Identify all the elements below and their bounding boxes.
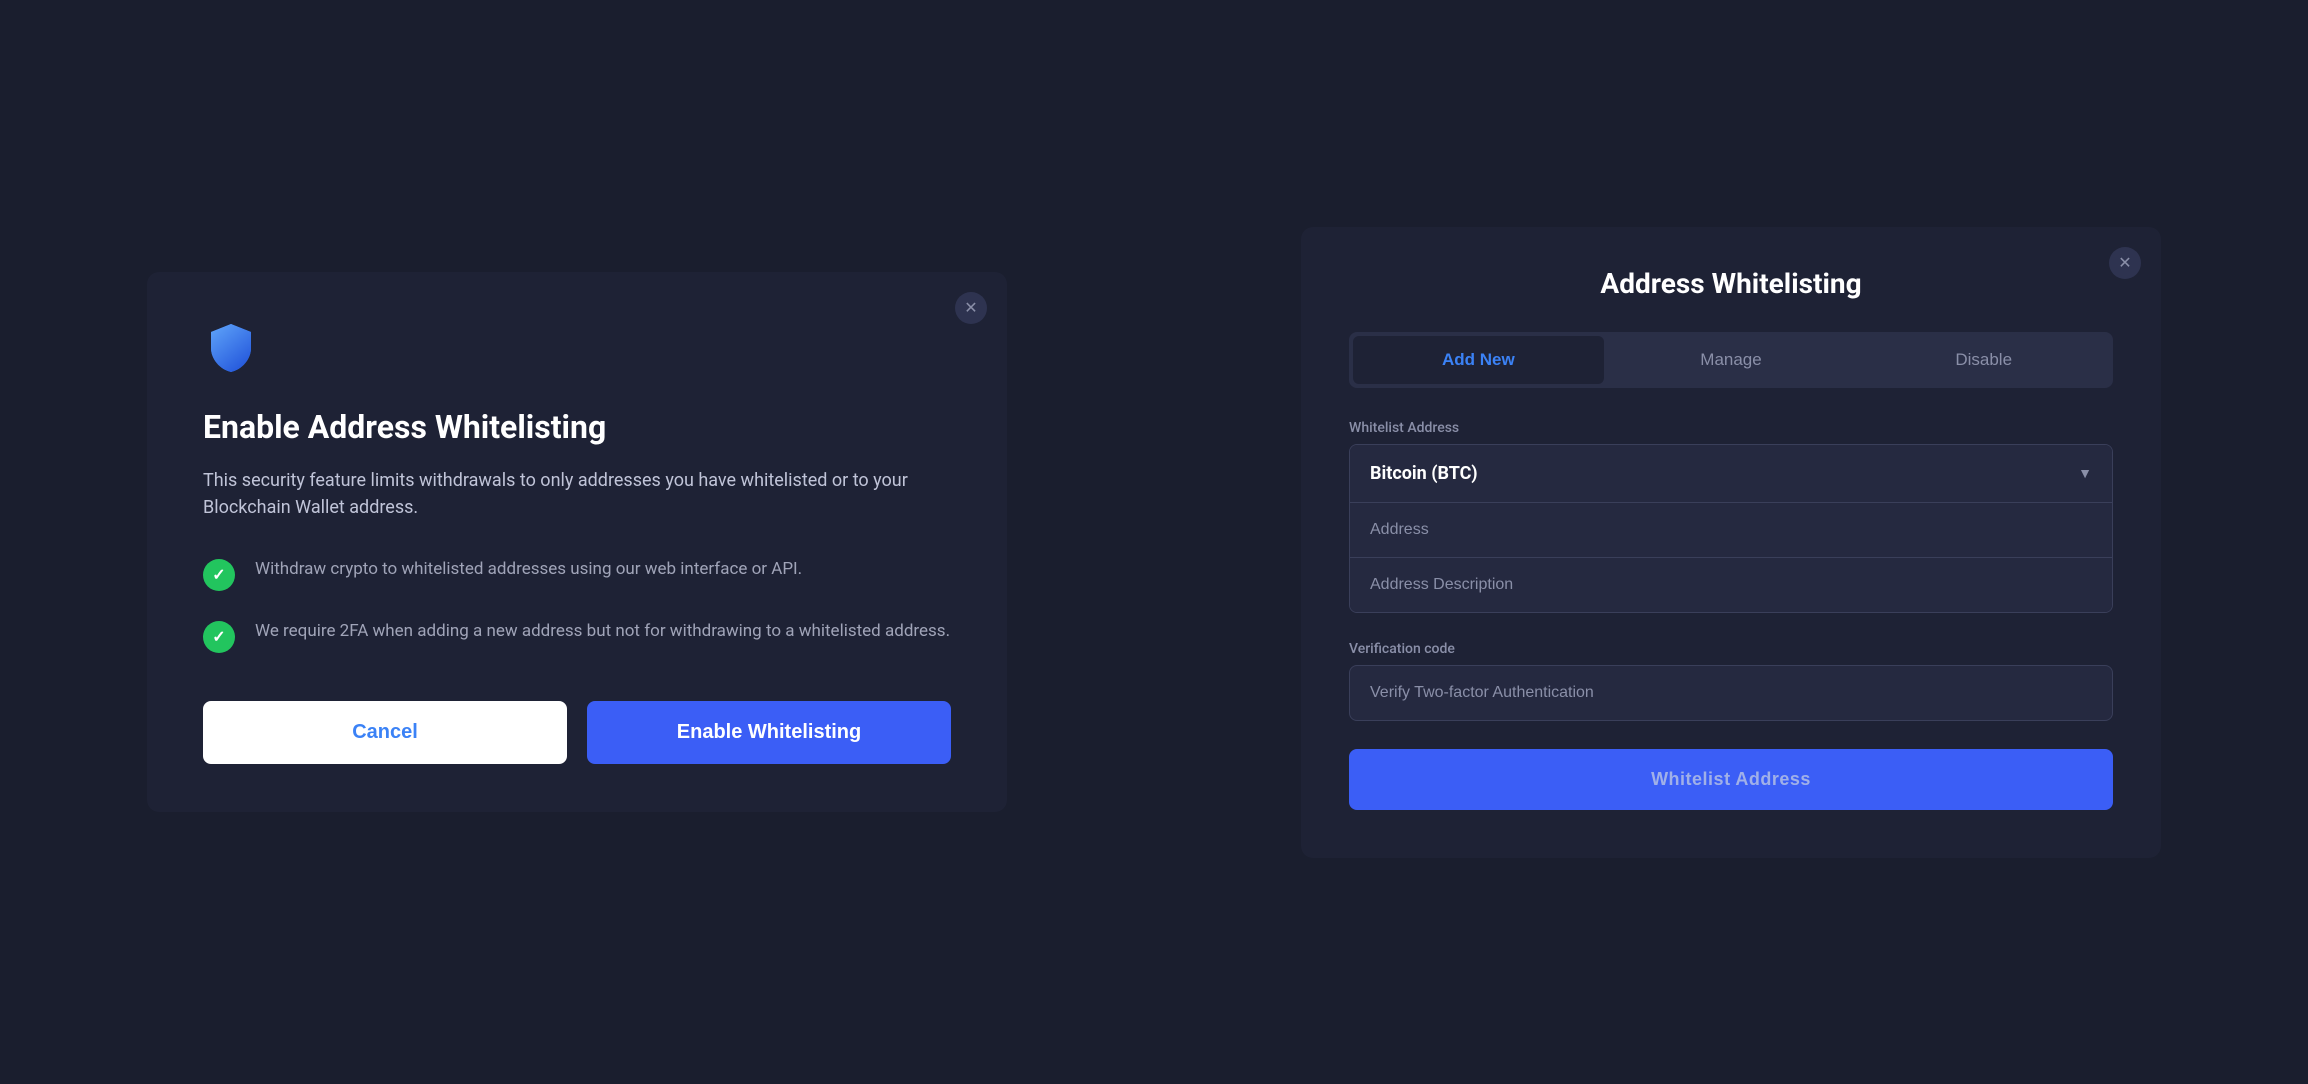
- feature-item-1: Withdraw crypto to whitelisted addresses…: [203, 557, 951, 591]
- enable-whitelisting-button[interactable]: Enable Whitelisting: [587, 701, 951, 764]
- verification-label: Verification code: [1349, 641, 2113, 657]
- verification-input[interactable]: [1349, 665, 2113, 721]
- currency-dropdown[interactable]: Bitcoin (BTC) ▼: [1350, 445, 2112, 503]
- enable-whitelisting-modal: ✕ Enable Address Whitelisting This secur…: [147, 272, 1007, 811]
- feature-list: Withdraw crypto to whitelisted addresses…: [203, 557, 951, 653]
- address-input[interactable]: [1350, 503, 2112, 558]
- whitelist-address-label: Whitelist Address: [1349, 420, 2113, 436]
- dropdown-value: Bitcoin (BTC): [1370, 463, 1478, 484]
- modal-title-left: Enable Address Whitelisting: [203, 408, 951, 446]
- modal-description: This security feature limits withdrawals…: [203, 467, 951, 521]
- whitelist-address-button[interactable]: Whitelist Address: [1349, 749, 2113, 810]
- cancel-button[interactable]: Cancel: [203, 701, 567, 764]
- left-panel: ✕ Enable Address Whitelisting This secur…: [0, 0, 1154, 1084]
- check-icon-2: [203, 621, 235, 653]
- tab-manage[interactable]: Manage: [1606, 336, 1857, 384]
- address-description-input[interactable]: [1350, 558, 2112, 612]
- modal-title-right: Address Whitelisting: [1349, 267, 2113, 300]
- whitelist-form: Bitcoin (BTC) ▼: [1349, 444, 2113, 613]
- feature-item-2: We require 2FA when adding a new address…: [203, 619, 951, 653]
- feature-text-2: We require 2FA when adding a new address…: [255, 619, 950, 645]
- check-icon-1: [203, 559, 235, 591]
- button-row: Cancel Enable Whitelisting: [203, 701, 951, 764]
- tab-row: Add New Manage Disable: [1349, 332, 2113, 388]
- tab-disable[interactable]: Disable: [1858, 336, 2109, 384]
- shield-icon: [203, 320, 951, 380]
- tab-add-new[interactable]: Add New: [1353, 336, 1604, 384]
- right-panel: ✕ Address Whitelisting Add New Manage Di…: [1154, 0, 2308, 1084]
- verification-section: Verification code: [1349, 641, 2113, 721]
- whitelist-address-section: Whitelist Address Bitcoin (BTC) ▼: [1349, 420, 2113, 613]
- close-button-right[interactable]: ✕: [2109, 247, 2141, 279]
- chevron-down-icon: ▼: [2078, 465, 2092, 482]
- close-button-left[interactable]: ✕: [955, 292, 987, 324]
- feature-text-1: Withdraw crypto to whitelisted addresses…: [255, 557, 802, 583]
- address-whitelisting-modal: ✕ Address Whitelisting Add New Manage Di…: [1301, 227, 2161, 858]
